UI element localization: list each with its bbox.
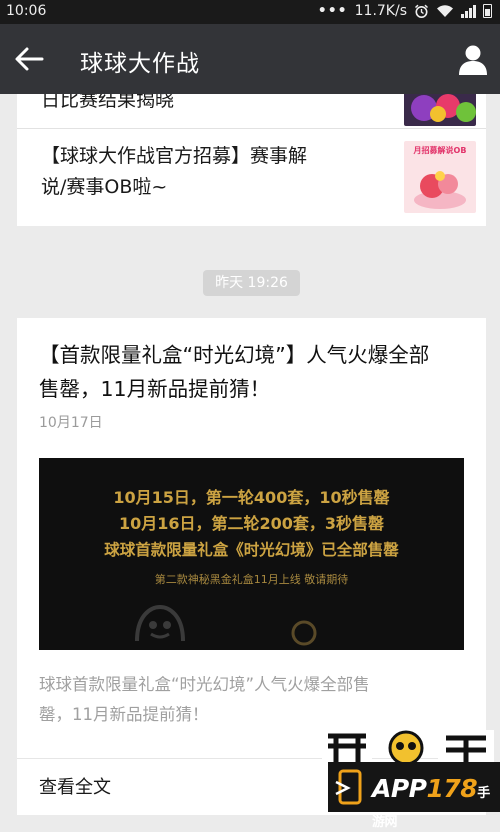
list-item[interactable]: 日比赛结果揭晓	[17, 94, 486, 129]
notification-dots: •••	[317, 3, 348, 19]
banner-line-1: 10月15日，第一轮400套，10秒售罄	[113, 488, 390, 507]
read-more-link[interactable]: 查看全文	[39, 773, 111, 799]
mascot-icon	[135, 604, 185, 642]
alarm-icon	[414, 4, 429, 18]
page-title: 球球大作战	[80, 51, 200, 77]
status-time: 10:06	[6, 3, 47, 19]
timestamp-pill: 昨天 19:26	[203, 270, 300, 296]
list-item-thumbnail: 月招募解说OB	[404, 141, 476, 213]
article-title: 【首款限量礼盒“时光幻境”】人气火爆全部 售罄，11月新品提前猜！	[39, 343, 430, 401]
phone-logo-icon	[335, 769, 362, 805]
watermark-art	[322, 728, 494, 768]
signal-icon	[461, 4, 476, 18]
banner-subtitle: 第二款神秘黑金礼盒11月上线 敬请期待	[154, 573, 349, 586]
list-item[interactable]: 【球球大作战官方招募】赛事解 说/赛事OB啦~ 月招募解说OB	[17, 129, 486, 226]
thumbnail-caption: 月招募解说OB	[413, 146, 467, 155]
banner-ornament-icon	[291, 620, 317, 646]
list-item-thumbnail	[404, 94, 476, 126]
back-arrow-icon[interactable]	[12, 44, 46, 74]
site-watermark: APP178手游网	[318, 718, 500, 830]
watermark-logo: APP178手游网	[328, 762, 500, 830]
network-speed: 11.7K/s	[354, 3, 407, 19]
article-list-card: 日比赛结果揭晓 【球球大作战官方招募】赛事解 说/赛事OB啦~ 月招募解说OB	[17, 94, 486, 226]
status-bar: 10:06 ••• 11.7K/s	[0, 0, 500, 24]
status-indicators: ••• 11.7K/s	[318, 3, 492, 19]
battery-icon	[483, 4, 492, 18]
watermark-text: APP178手游网	[372, 774, 490, 830]
list-item-title: 日比赛结果揭晓	[41, 94, 175, 111]
article-cover-image: 10月15日，第一轮400套，10秒售罄 10月16日，第二轮200套，3秒售罄…	[39, 458, 464, 650]
banner-line-3: 球球首款限量礼盒《时光幻境》已全部售罄	[104, 541, 399, 559]
profile-icon[interactable]	[456, 42, 490, 76]
wifi-icon	[437, 5, 453, 17]
article-date: 10月17日	[39, 415, 103, 431]
thumbnail-art	[414, 171, 466, 209]
list-item-title: 【球球大作战官方招募】赛事解 说/赛事OB啦~	[41, 145, 308, 198]
banner-line-2: 10月16日，第二轮200套，3秒售罄	[118, 514, 385, 533]
nav-bar: 球球大作战	[0, 24, 500, 94]
